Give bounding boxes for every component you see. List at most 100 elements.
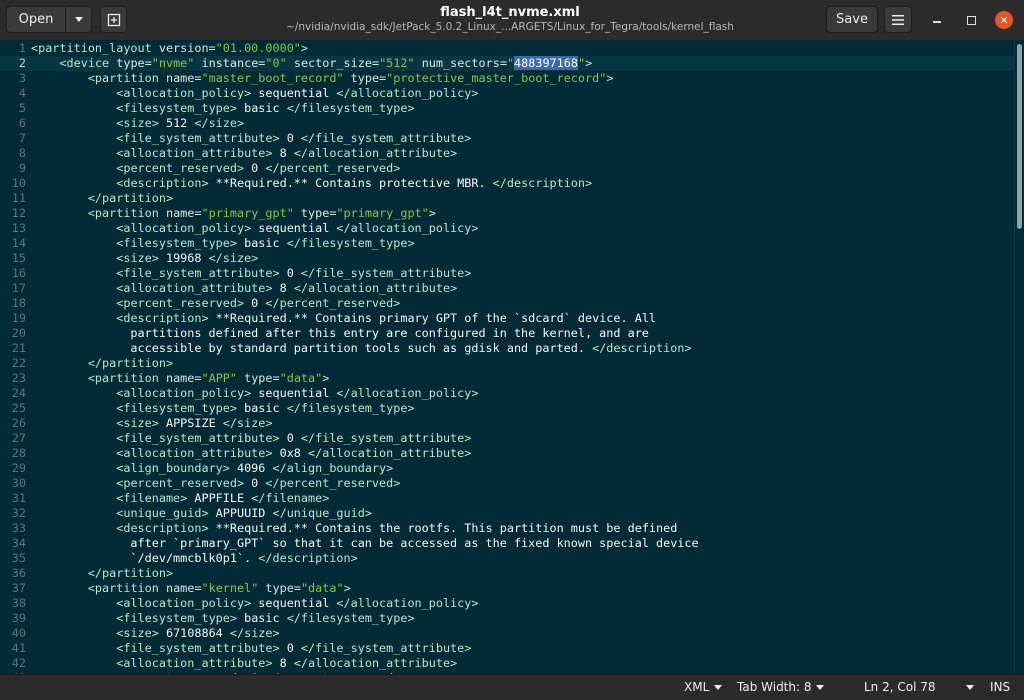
- code-line[interactable]: 17 <allocation_attribute> 8 </allocation…: [0, 281, 1014, 296]
- code-token: <percent_reserved>: [116, 296, 245, 310]
- code-line[interactable]: 42 <allocation_attribute> 8 </allocation…: [0, 656, 1014, 671]
- code-text: accessible by standard partition tools s…: [31, 341, 691, 356]
- code-line[interactable]: 12 <partition name="primary_gpt" type="p…: [0, 206, 1014, 221]
- hamburger-menu-icon: [892, 14, 904, 25]
- code-line[interactable]: 9 <percent_reserved> 0 </percent_reserve…: [0, 161, 1014, 176]
- code-line[interactable]: 27 <file_system_attribute> 0 </file_syst…: [0, 431, 1014, 446]
- code-line[interactable]: 11 </partition>: [0, 191, 1014, 206]
- line-number: 15: [11, 251, 26, 265]
- code-token: <file_system_attribute>: [116, 266, 280, 280]
- code-line[interactable]: 16 <file_system_attribute> 0 </file_syst…: [0, 266, 1014, 281]
- code-token: <allocation_policy>: [116, 221, 252, 235]
- new-tab-button[interactable]: [100, 6, 127, 33]
- code-token: num_sectors=: [414, 56, 507, 70]
- code-text: <partition name="APP" type="data">: [31, 371, 330, 386]
- code-line[interactable]: 3 <partition name="master_boot_record" t…: [0, 71, 1014, 86]
- code-line[interactable]: 30 <percent_reserved> 0 </percent_reserv…: [0, 476, 1014, 491]
- code-line[interactable]: 8 <allocation_attribute> 8 </allocation_…: [0, 146, 1014, 161]
- code-text: </partition>: [31, 191, 173, 206]
- code-text: <size> 19968 </size>: [31, 251, 258, 266]
- maximize-button[interactable]: [962, 11, 980, 29]
- chevron-down-icon: [74, 17, 83, 22]
- code-line[interactable]: 32 <unique_guid> APPUUID </unique_guid>: [0, 506, 1014, 521]
- code-token: </percent_reserved>: [265, 296, 401, 310]
- code-text: <filesystem_type> basic </filesystem_typ…: [31, 611, 414, 626]
- code-line[interactable]: 20 partitions defined after this entry a…: [0, 326, 1014, 341]
- code-line[interactable]: 1 <partition_layout version="01.00.0000">: [0, 41, 1014, 56]
- code-line[interactable]: 26 <size> APPSIZE </size>: [0, 416, 1014, 431]
- code-line[interactable]: 39 <filesystem_type> basic </filesystem_…: [0, 611, 1014, 626]
- code-line[interactable]: 5 <filesystem_type> basic </filesystem_t…: [0, 101, 1014, 116]
- code-line[interactable]: 41 <file_system_attribute> 0 </file_syst…: [0, 641, 1014, 656]
- code-line[interactable]: 23 <partition name="APP" type="data">: [0, 371, 1014, 386]
- language-selector[interactable]: XML: [684, 680, 723, 694]
- code-line[interactable]: 40 <size> 67108864 </size>: [0, 626, 1014, 641]
- scrollbar-thumb[interactable]: [1017, 44, 1022, 229]
- code-line[interactable]: 22 </partition>: [0, 356, 1014, 371]
- code-line[interactable]: 15 <size> 19968 </size>: [0, 251, 1014, 266]
- line-number: 35: [11, 551, 26, 565]
- code-line[interactable]: 18 <percent_reserved> 0 </percent_reserv…: [0, 296, 1014, 311]
- open-button[interactable]: Open: [6, 6, 66, 33]
- open-menu-button[interactable]: [65, 6, 92, 33]
- code-line[interactable]: 21 accessible by standard partition tool…: [0, 341, 1014, 356]
- code-line[interactable]: 38 <allocation_policy> sequential </allo…: [0, 596, 1014, 611]
- code-line[interactable]: 4 <allocation_policy> sequential </alloc…: [0, 86, 1014, 101]
- code-line[interactable]: 34 after `primary_GPT` so that it can be…: [0, 536, 1014, 551]
- line-number: 1: [18, 41, 26, 55]
- code-line[interactable]: 19 <description> **Required.** Contains …: [0, 311, 1014, 326]
- code-text: <filesystem_type> basic </filesystem_typ…: [31, 101, 414, 116]
- line-number: 31: [11, 491, 26, 505]
- code-line[interactable]: 28 <allocation_attribute> 0x8 </allocati…: [0, 446, 1014, 461]
- line-number: 17: [11, 281, 26, 295]
- code-line[interactable]: 31 <filename> APPFILE </filename>: [0, 491, 1014, 506]
- code-line[interactable]: 14 <filesystem_type> basic </filesystem_…: [0, 236, 1014, 251]
- code-line[interactable]: 6 <size> 512 </size>: [0, 116, 1014, 131]
- code-token: 4096: [229, 461, 273, 475]
- code-line[interactable]: 37 <partition name="kernel" type="data">: [0, 581, 1014, 596]
- line-number: 37: [11, 581, 26, 595]
- maximize-icon: [966, 15, 976, 25]
- vertical-scrollbar[interactable]: [1014, 40, 1024, 674]
- main-menu-button[interactable]: [884, 6, 912, 33]
- code-line[interactable]: 29 <align_boundary> 4096 </align_boundar…: [0, 461, 1014, 476]
- save-button[interactable]: Save: [826, 6, 878, 33]
- insert-mode-indicator[interactable]: INS: [990, 680, 1010, 694]
- line-number: 11: [11, 191, 26, 205]
- line-number: 23: [11, 371, 26, 385]
- code-token: </filename>: [251, 491, 330, 505]
- code-line[interactable]: 35 `/dev/mmcblk0p1`. </description>: [0, 551, 1014, 566]
- close-button[interactable]: ✕: [995, 11, 1013, 29]
- code-token: "protective_master_boot_record": [386, 71, 607, 85]
- code-line[interactable]: 33 <description> **Required.** Contains …: [0, 521, 1014, 536]
- code-line[interactable]: 13 <allocation_policy> sequential </allo…: [0, 221, 1014, 236]
- current-code-line[interactable]: 2 <device type="nvme" instance="0" secto…: [0, 56, 1014, 71]
- code-line[interactable]: 10 <description> **Required.** Contains …: [0, 176, 1014, 191]
- cursor-position-selector[interactable]: Ln 2, Col 78: [864, 680, 974, 694]
- code-text: <allocation_attribute> 8 </allocation_at…: [31, 281, 457, 296]
- code-token: version=: [158, 41, 216, 55]
- code-line[interactable]: 25 <filesystem_type> basic </filesystem_…: [0, 401, 1014, 416]
- code-token: </file_system_attribute>: [300, 431, 472, 445]
- header-bar: Open flash_l4t_nvme.xml ~/nvidia/nvidia_…: [0, 0, 1024, 41]
- minimize-button[interactable]: [928, 11, 946, 29]
- code-token: <allocation_attribute>: [116, 281, 273, 295]
- code-line[interactable]: 7 <file_system_attribute> 0 </file_syste…: [0, 131, 1014, 146]
- code-editor[interactable]: 1 <partition_layout version="01.00.0000">…: [0, 40, 1014, 674]
- line-number: 22: [11, 356, 26, 370]
- line-number: 14: [11, 236, 26, 250]
- code-line[interactable]: 24 <allocation_policy> sequential </allo…: [0, 386, 1014, 401]
- tab-width-selector[interactable]: Tab Width: 8: [737, 680, 825, 694]
- code-line[interactable]: 36 </partition>: [0, 566, 1014, 581]
